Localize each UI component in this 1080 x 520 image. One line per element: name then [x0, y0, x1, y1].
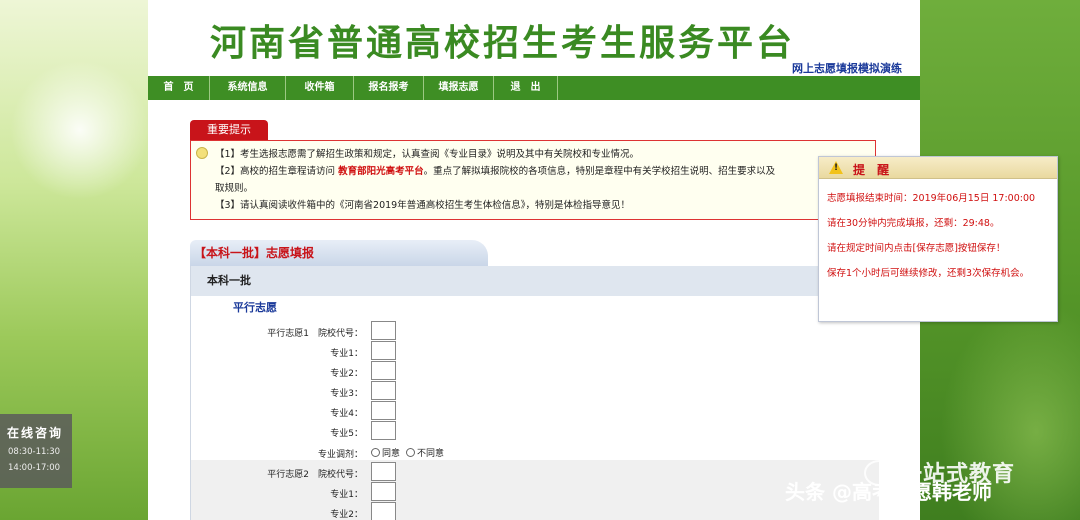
notice-line-3: 【3】请认真阅读收件箱中的《河南省2019年普通高校招生考生体检信息》，特别是体…	[215, 200, 630, 211]
agree-label: 同意	[382, 449, 401, 459]
major-1-input[interactable]	[371, 341, 396, 360]
form-row: 专业4：	[191, 401, 879, 421]
major-1-input-2[interactable]	[371, 482, 396, 501]
notice-line-2-pre: 【2】高校的招生章程请访问	[215, 166, 336, 177]
form-row: 专业2：	[191, 502, 879, 520]
section-title: 平行志愿	[233, 301, 277, 314]
save-chances-text: 保存1个小时后可继续修改，还剩3次保存机会。	[827, 268, 1030, 279]
important-notice: 【1】考生选报志愿需了解招生政策和规定，认真查阅《专业目录》说明及其中有关院校和…	[190, 140, 876, 220]
nav-home[interactable]: 首 页	[148, 76, 210, 100]
school-code-label: 平行志愿1 院校代号：	[267, 329, 363, 339]
major-3-input[interactable]	[371, 381, 396, 400]
form-row: 专业1：	[191, 341, 879, 361]
sunshine-gaokao-link[interactable]: 教育部阳光高考平台	[338, 166, 424, 177]
navbar: 首 页 系统信息 收件箱 报名报考 填报志愿 退 出	[148, 76, 920, 100]
form-row: 专业3：	[191, 381, 879, 401]
school-code-input[interactable]	[371, 321, 396, 340]
school-code-label: 平行志愿2 院校代号：	[267, 470, 363, 480]
watermark-credit: 头条 @高考志愿韩老师	[785, 480, 992, 504]
header: 河南省普通高校招生考生服务平台 网上志愿填报模拟演练	[148, 0, 920, 76]
nav-fill-application[interactable]: 填报志愿	[424, 76, 494, 100]
form-row: 专业1：	[191, 482, 879, 502]
notice-line-2-post: 。重点了解拟填报院校的各项信息，特别是章程中有关学校招生说明、招生要求以及	[423, 166, 776, 177]
reminder-popup: ! 提 醒 志愿填报结束时间：2019年06月15日 17:00:00 请在30…	[818, 156, 1058, 322]
disagree-label: 不同意	[417, 449, 445, 459]
countdown-text: 请在30分钟内完成填报，还剩：29:48。	[827, 218, 1000, 229]
notice-line-2-cont: 取规则。	[215, 183, 254, 194]
nav-registration[interactable]: 报名报考	[354, 76, 424, 100]
form-row: 专业2：	[191, 361, 879, 381]
form-row: 平行志愿1 院校代号：	[191, 321, 879, 341]
online-consult-widget[interactable]: 在线咨询 08:30-11:30 14:00-17:00	[0, 414, 72, 488]
adjust-options: 同意 不同意	[371, 446, 444, 459]
form-row: 专业5：	[191, 421, 879, 441]
application-form: 本科一批 平行志愿 平行志愿1 院校代号： 专业1： 专业2： 专业3： 专业4…	[190, 266, 879, 520]
major-label: 专业1：	[330, 490, 363, 500]
consult-title: 在线咨询	[7, 426, 64, 440]
disagree-radio[interactable]	[406, 448, 416, 457]
form-row: 平行志愿2 院校代号：	[191, 462, 879, 482]
save-instruction-text: 请在规定时间内点击[保存志愿]按钮保存！	[827, 243, 1006, 254]
agree-radio[interactable]	[371, 448, 380, 457]
form-row: 专业调剂： 同意 不同意	[191, 442, 879, 462]
popup-title: 提 醒	[853, 163, 894, 177]
major-label: 专业2：	[330, 369, 363, 379]
deadline-text: 志愿填报结束时间：2019年06月15日 17:00:00	[827, 193, 1036, 204]
warning-mark: !	[834, 163, 839, 173]
major-label: 专业3：	[330, 389, 363, 399]
major-label: 专业1：	[330, 349, 363, 359]
major-2-input[interactable]	[371, 361, 396, 380]
major-4-input[interactable]	[371, 401, 396, 420]
major-label: 专业4：	[330, 409, 363, 419]
notice-tab: 重要提示	[190, 120, 268, 140]
major-2-input-2[interactable]	[371, 502, 396, 520]
nav-system-info[interactable]: 系统信息	[210, 76, 286, 100]
school-code-input-2[interactable]	[371, 462, 396, 481]
consult-time: 08:30-11:30	[8, 447, 61, 457]
major-5-input[interactable]	[371, 421, 396, 440]
notice-line-2: 【2】高校的招生章程请访问 教育部阳光高考平台。重点了解拟填报院校的各项信息，特…	[215, 163, 869, 180]
nav-inbox[interactable]: 收件箱	[286, 76, 354, 100]
form-tab: 【本科一批】志愿填报	[190, 240, 488, 266]
category-bar: 本科一批	[191, 266, 879, 296]
notice-line-1: 【1】考生选报志愿需了解招生政策和规定，认真查阅《专业目录》说明及其中有关院校和…	[215, 149, 640, 160]
lightbulb-icon	[196, 147, 208, 159]
main-page: 河南省普通高校招生考生服务平台 网上志愿填报模拟演练 首 页 系统信息 收件箱 …	[148, 0, 920, 520]
adjust-label: 专业调剂：	[317, 450, 363, 460]
site-subtitle: 网上志愿填报模拟演练	[792, 62, 902, 75]
consult-time: 14:00-17:00	[8, 463, 61, 473]
major-label: 专业5：	[330, 429, 363, 439]
popup-header: ! 提 醒	[819, 157, 1057, 179]
nav-logout[interactable]: 退 出	[494, 76, 558, 100]
major-label: 专业2：	[330, 510, 363, 520]
site-title: 河南省普通高校招生考生服务平台	[210, 22, 796, 64]
